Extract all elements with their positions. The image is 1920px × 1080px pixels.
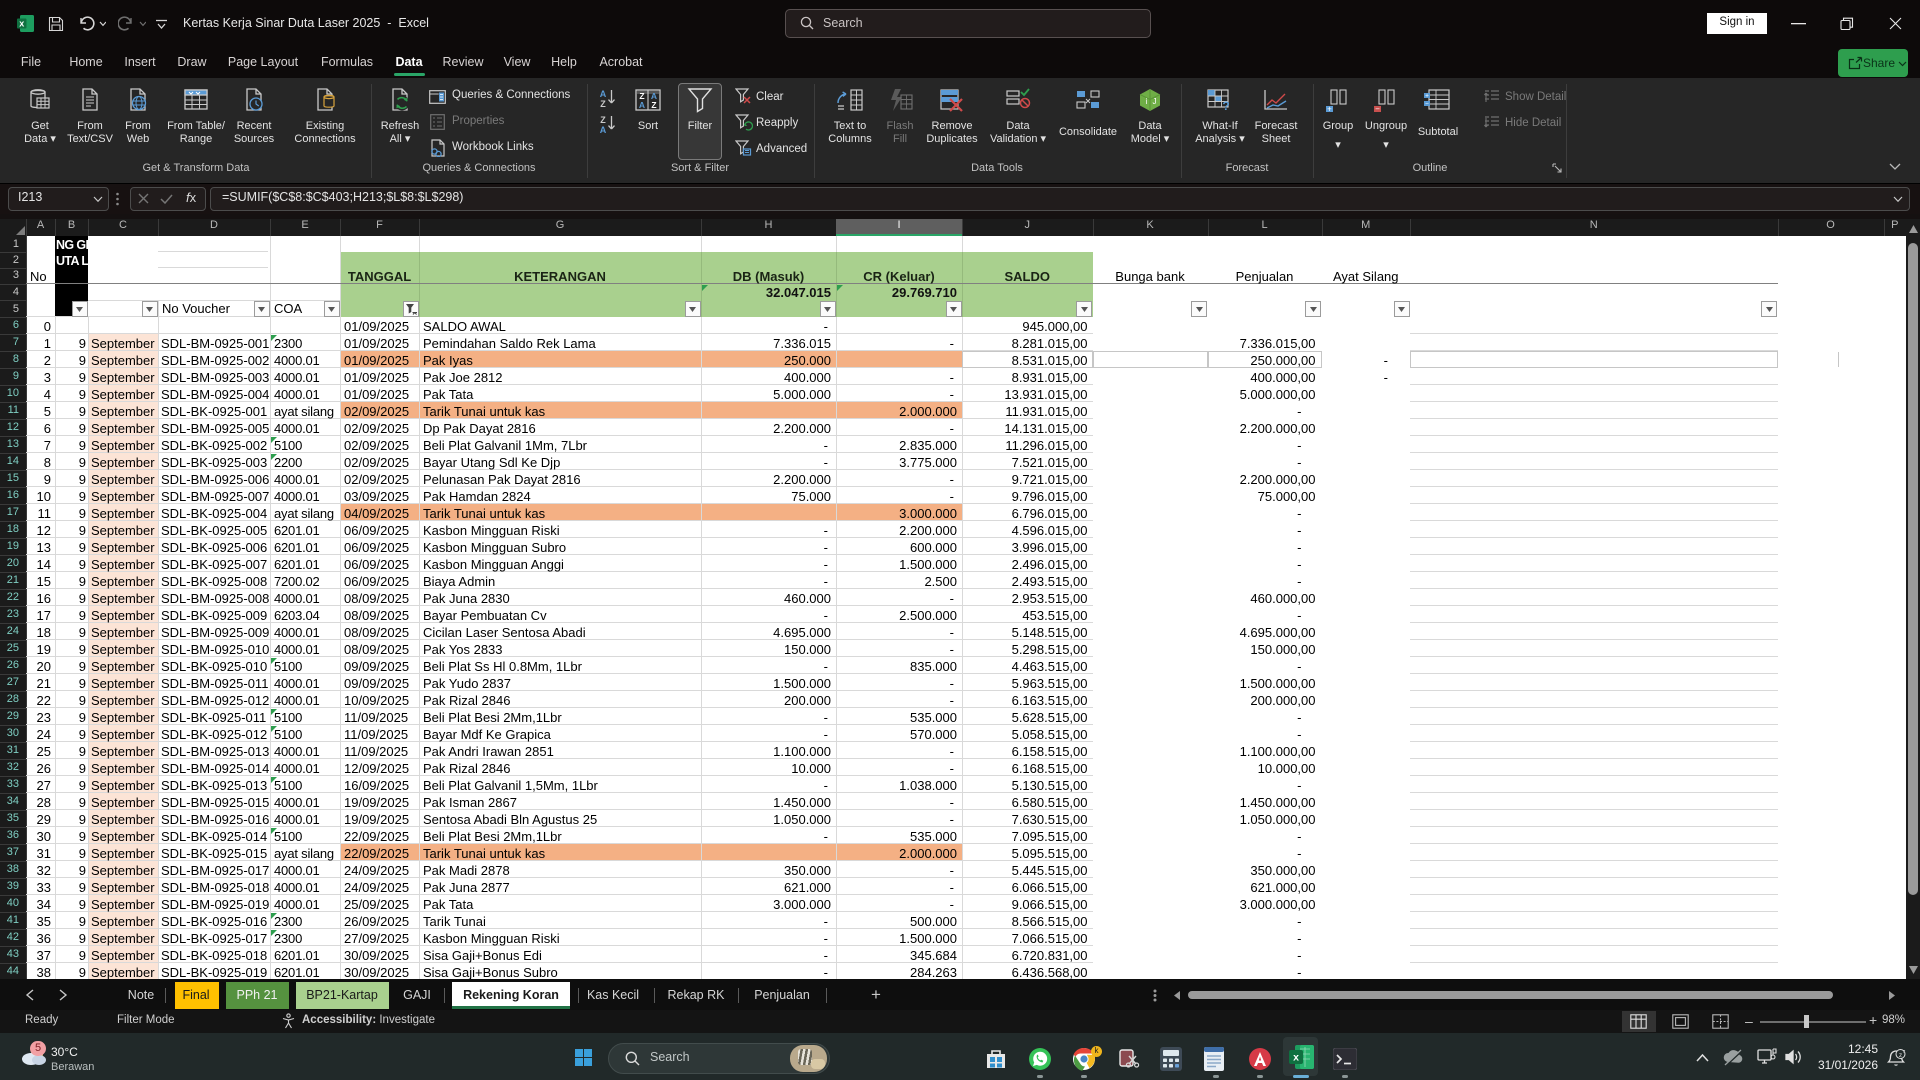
svg-text:−: −: [1375, 105, 1380, 114]
svg-text:i: i: [1146, 97, 1148, 106]
svg-text:+: +: [1425, 92, 1429, 99]
svg-text:Z: Z: [651, 100, 656, 110]
svg-text:−: −: [1425, 100, 1429, 107]
svg-text:+: +: [1327, 105, 1332, 114]
svg-text:?: ?: [1222, 99, 1229, 113]
svg-text:Z: Z: [600, 99, 606, 108]
svg-text:x: x: [1293, 1052, 1299, 1064]
svg-text:J: J: [1153, 97, 1157, 106]
svg-text:z: z: [1903, 1049, 1906, 1053]
svg-text:A: A: [600, 89, 607, 99]
svg-text:A: A: [639, 100, 645, 110]
svg-text:x: x: [19, 19, 24, 29]
svg-text:z: z: [1899, 1052, 1902, 1059]
